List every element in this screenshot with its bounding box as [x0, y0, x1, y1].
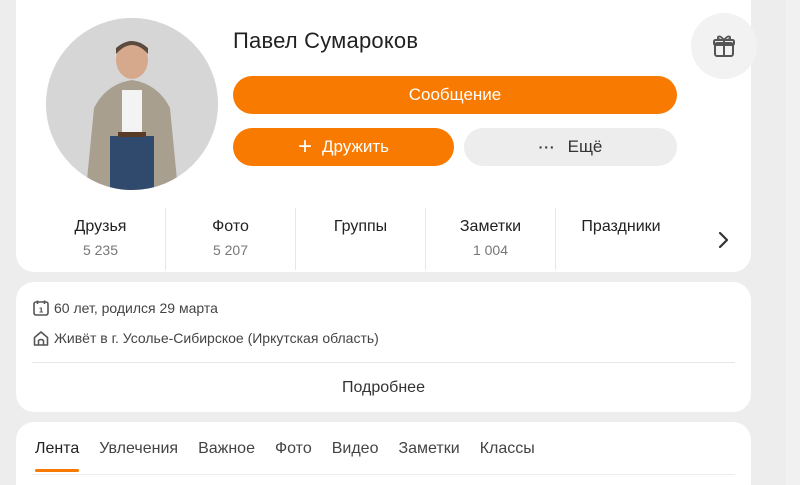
stats-next-button[interactable] — [711, 228, 735, 252]
tab-notes[interactable]: Заметки — [398, 440, 459, 472]
stat-count: 1 004 — [472, 242, 509, 258]
info-city-text: Живёт в г. Усолье-Сибирское (Иркутская о… — [54, 330, 379, 346]
stat-count: 5 207 — [212, 242, 249, 258]
tab-feed[interactable]: Лента — [35, 440, 80, 472]
more-button[interactable]: ··· Ещё — [464, 128, 677, 166]
more-button-label: Ещё — [567, 137, 603, 156]
tab-classes[interactable]: Классы — [480, 440, 535, 472]
stat-friends[interactable]: Друзья 5 235 — [36, 208, 166, 270]
stat-groups[interactable]: Группы — [296, 208, 426, 270]
stat-label: Группы — [333, 218, 388, 235]
stat-holidays[interactable]: Праздники — [556, 208, 686, 270]
profile-card: Павел Сумароков Сообщение + Дружить ··· … — [16, 0, 757, 272]
svg-text:1: 1 — [39, 307, 44, 315]
stat-count: 5 235 — [82, 242, 119, 258]
add-friend-button[interactable]: + Дружить — [233, 128, 454, 166]
calendar-icon: 1 — [33, 300, 49, 316]
tab-important[interactable]: Важное — [198, 440, 255, 472]
gift-icon — [713, 35, 735, 57]
stat-label: Праздники — [581, 218, 661, 235]
stat-photos[interactable]: Фото 5 207 — [166, 208, 296, 270]
plus-icon: + — [298, 133, 313, 160]
profile-name: Павел Сумароков — [233, 28, 419, 53]
tab-photo[interactable]: Фото — [275, 440, 312, 472]
info-age-text: 60 лет, родился 29 марта — [54, 300, 218, 316]
stat-notes[interactable]: Заметки 1 004 — [426, 208, 556, 270]
info-city-row: Живёт в г. Усолье-Сибирское (Иркутская о… — [32, 329, 379, 347]
tabs-divider — [32, 474, 735, 475]
dots-icon: ··· — [538, 139, 556, 155]
info-divider — [32, 362, 735, 363]
avatar-photo — [46, 18, 218, 190]
tab-video[interactable]: Видео — [332, 440, 379, 472]
info-card: 1 60 лет, родился 29 марта Живёт в г. Ус… — [16, 282, 751, 412]
chevron-right-icon — [718, 231, 729, 249]
info-age-row: 1 60 лет, родился 29 марта — [32, 299, 218, 317]
stat-label: Друзья — [74, 218, 127, 235]
gift-button[interactable] — [691, 13, 757, 79]
home-icon — [33, 331, 49, 346]
stat-label: Заметки — [459, 218, 522, 235]
avatar[interactable] — [46, 18, 218, 190]
add-friend-label: Дружить — [322, 137, 389, 156]
stat-label: Фото — [212, 218, 249, 235]
stats-bar: Друзья 5 235 Фото 5 207 Группы Заметки 1… — [36, 208, 686, 270]
tab-hobbies[interactable]: Увлечения — [99, 440, 178, 472]
tabs-card: Лента Увлечения Важное Фото Видео Заметк… — [16, 422, 751, 485]
page-scrollbar[interactable] — [786, 0, 800, 485]
details-link[interactable]: Подробнее — [16, 379, 751, 397]
message-button-label: Сообщение — [408, 85, 502, 104]
message-button[interactable]: Сообщение — [233, 76, 677, 114]
profile-tabs: Лента Увлечения Важное Фото Видео Заметк… — [35, 440, 555, 472]
